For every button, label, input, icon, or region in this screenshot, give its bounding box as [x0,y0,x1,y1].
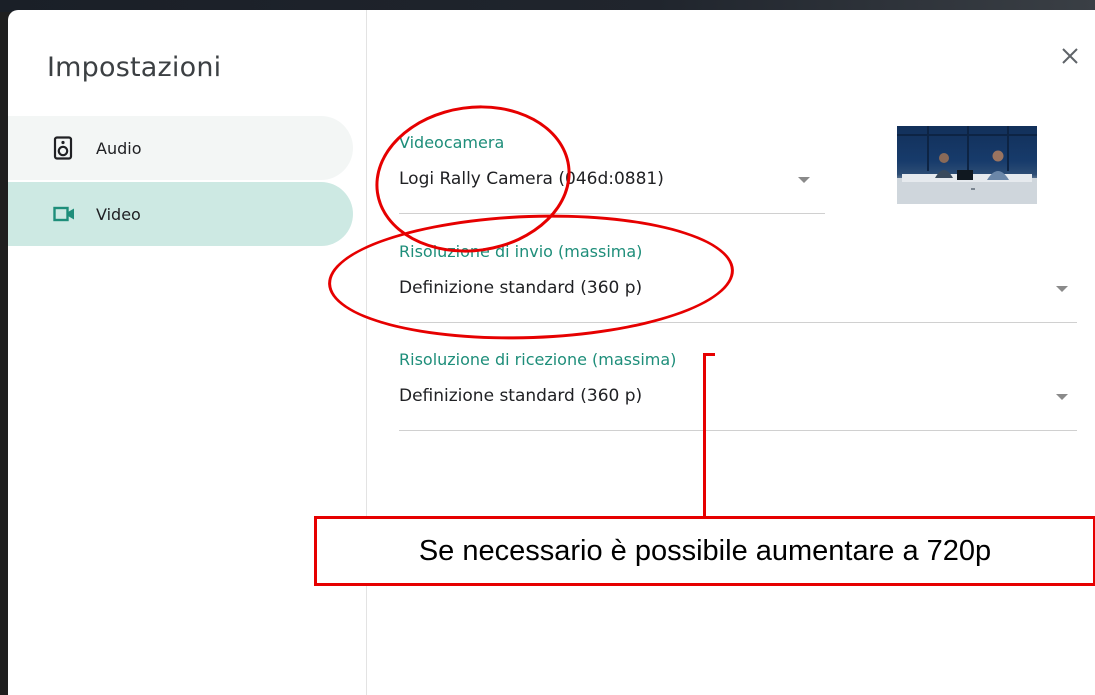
receive-resolution-select[interactable]: Risoluzione di ricezione (massima) Defin… [399,350,1077,432]
send-resolution-select[interactable]: Risoluzione di invio (massima) Definizio… [399,242,1077,324]
camera-preview [897,126,1037,204]
close-icon [1062,48,1078,64]
dropdown-arrow-icon [1056,394,1068,400]
sidebar-divider [366,10,367,695]
annotation-connector-line [703,353,706,519]
camera-select[interactable]: Videocamera Logi Rally Camera (046d:0881… [399,133,825,215]
close-button[interactable] [1054,40,1086,72]
sidebar-item-video[interactable]: Video [8,182,353,246]
dialog-title: Impostazioni [47,52,222,83]
camera-label: Videocamera [399,133,505,152]
annotation-callout: Se necessario è possibile aumentare a 72… [314,516,1095,586]
receive-resolution-value: Definizione standard (360 p) [399,386,643,406]
camera-value: Logi Rally Camera (046d:0881) [399,169,664,189]
sidebar-item-label: Audio [96,139,142,158]
send-resolution-value: Definizione standard (360 p) [399,278,643,298]
annotation-callout-text: Se necessario è possibile aumentare a 72… [418,534,992,567]
dropdown-arrow-icon [1056,286,1068,292]
send-resolution-label: Risoluzione di invio (massima) [399,242,643,261]
annotation-connector-tick [703,353,715,356]
videocam-icon [53,206,74,222]
receive-resolution-label: Risoluzione di ricezione (massima) [399,350,677,369]
field-underline [399,213,825,214]
dropdown-arrow-icon [798,177,810,183]
preview-scene-image [897,126,1037,204]
field-underline [399,322,1077,323]
field-underline [399,430,1077,431]
sidebar-item-audio[interactable]: Audio [8,116,353,180]
speaker-icon [53,136,73,160]
settings-dialog: Impostazioni Audio Video Videocamera Log… [8,10,1095,695]
sidebar-item-label: Video [96,205,141,224]
